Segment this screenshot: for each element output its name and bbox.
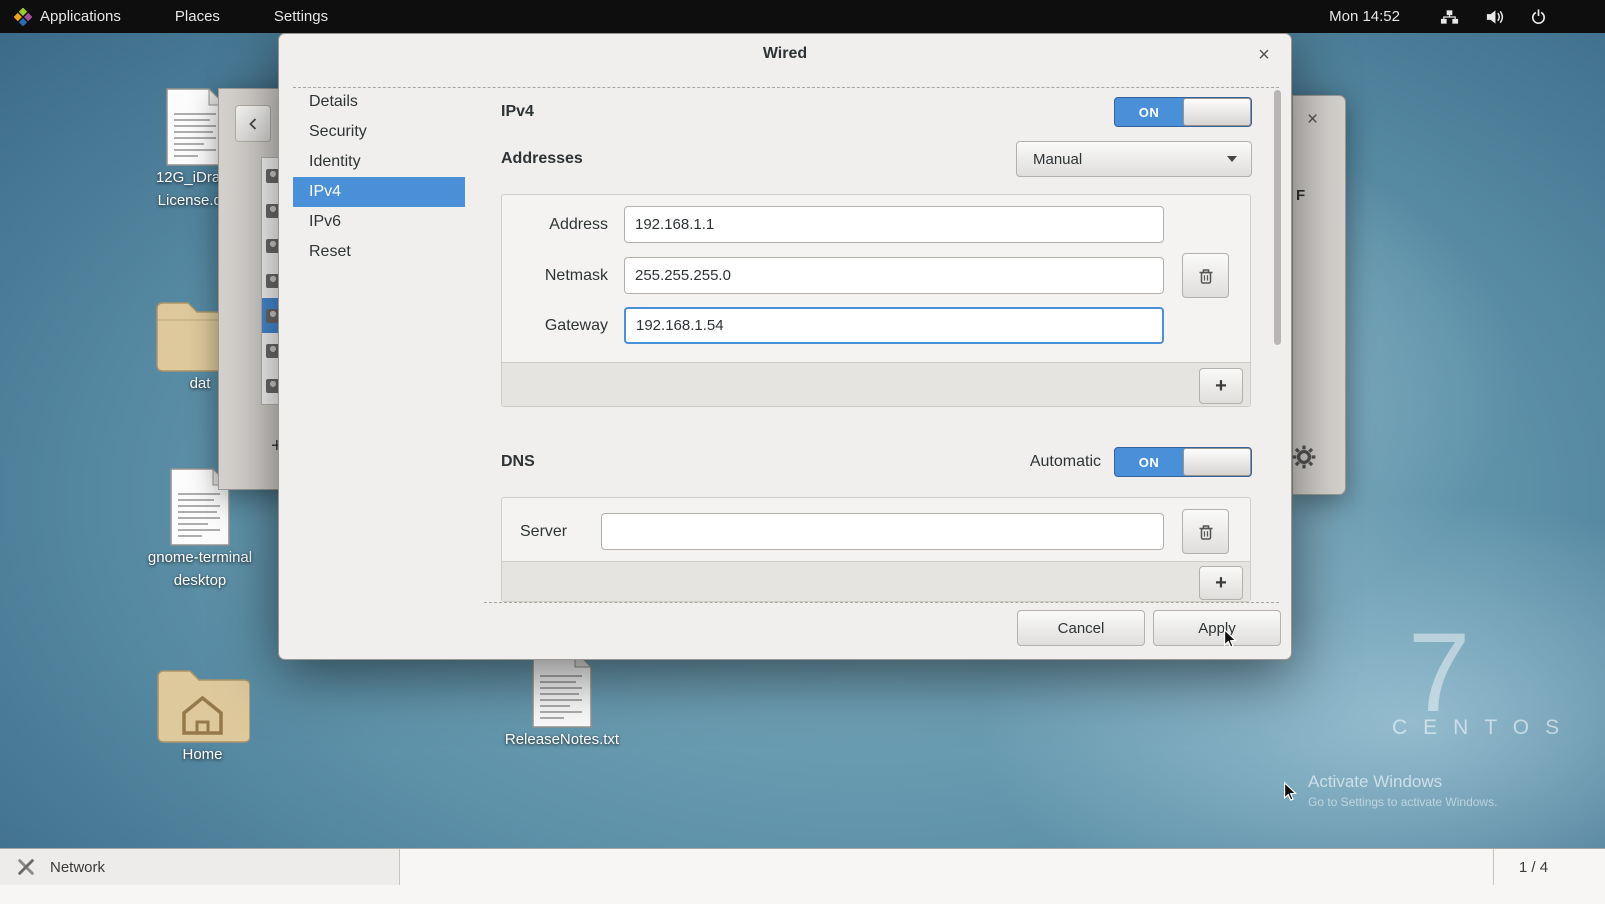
- scrollbar-thumb[interactable]: [1274, 90, 1281, 345]
- tools-icon: [16, 857, 36, 877]
- dropdown-value: Manual: [1033, 151, 1082, 168]
- sidebar-item-security[interactable]: Security: [293, 117, 465, 147]
- delete-dns-server-button[interactable]: [1182, 509, 1229, 554]
- add-address-button[interactable]: +: [1199, 368, 1243, 404]
- desktop-screen: 12G_iDrac7 License.d... dat gnome-termin…: [0, 0, 1605, 904]
- window-list-bar: Network 1 / 4: [0, 848, 1605, 904]
- mouse-cursor-secondary: [1280, 781, 1302, 808]
- sidebar-item-details[interactable]: Details: [293, 87, 465, 117]
- icon-label-line2: desktop: [100, 569, 300, 592]
- back-button[interactable]: [235, 105, 271, 142]
- volume-icon[interactable]: [1485, 8, 1504, 26]
- activate-windows-line2: Go to Settings to activate Windows.: [1308, 795, 1497, 809]
- chevron-left-icon: [248, 116, 258, 132]
- address-label: Address: [508, 206, 608, 243]
- icon-label: gnome-terminal desktop: [100, 546, 300, 592]
- dns-heading: DNS: [501, 447, 535, 477]
- workspace-pager[interactable]: 1 / 4: [1493, 849, 1573, 885]
- centos-logo-icon: [14, 8, 32, 26]
- taskbar-window-button-network[interactable]: Network: [0, 849, 400, 885]
- toggle-knob: [1183, 448, 1251, 476]
- scroll-edge-bottom: [484, 602, 1279, 603]
- dns-toggle[interactable]: ON: [1114, 447, 1252, 477]
- centos-watermark-brand: CENTOS: [1392, 716, 1575, 740]
- sidebar-item-reset[interactable]: Reset: [293, 237, 465, 267]
- home-folder-icon: [105, 665, 300, 743]
- ipv4-heading: IPv4: [501, 97, 534, 127]
- addresses-heading: Addresses: [501, 144, 583, 174]
- addresses-method-dropdown[interactable]: Manual: [1016, 141, 1252, 177]
- desktop-icon-releasenotes[interactable]: ReleaseNotes.txt: [462, 650, 662, 751]
- icon-label: ReleaseNotes.txt: [462, 728, 662, 751]
- menu-applications[interactable]: Applications: [32, 0, 143, 33]
- close-icon[interactable]: ×: [1307, 109, 1318, 131]
- trash-icon: [1197, 523, 1215, 541]
- toggle-on-label: ON: [1115, 448, 1183, 476]
- close-icon[interactable]: ×: [1251, 42, 1277, 68]
- icon-label-line1: gnome-terminal: [100, 546, 300, 569]
- address-input[interactable]: [624, 206, 1164, 243]
- add-dns-server-button[interactable]: +: [1199, 566, 1243, 600]
- dns-server-label: Server: [520, 513, 567, 550]
- ipv4-toggle[interactable]: ON: [1114, 97, 1252, 127]
- menu-settings[interactable]: Settings: [266, 0, 350, 33]
- address-frame-footer: [502, 362, 1250, 406]
- mouse-cursor: [1220, 628, 1242, 655]
- dns-frame-footer: [502, 561, 1250, 601]
- netmask-input[interactable]: [624, 257, 1164, 294]
- background-window-right: × F: [1292, 95, 1346, 495]
- sidebar-item-ipv4[interactable]: IPv4: [293, 177, 465, 207]
- toggle-on-label: ON: [1115, 98, 1183, 126]
- clock[interactable]: Mon 14:52: [1329, 8, 1400, 25]
- partial-toggle-label: F: [1296, 187, 1305, 204]
- trash-icon: [1197, 267, 1215, 285]
- dialog-title: Wired: [279, 34, 1291, 74]
- chevron-down-icon: [1227, 156, 1237, 162]
- menu-places[interactable]: Places: [167, 0, 242, 33]
- dialog-scrollbar[interactable]: [1274, 87, 1281, 602]
- gnome-top-bar: Applications Places Settings Mon 14:52: [0, 0, 1605, 33]
- icon-label: Home: [105, 743, 300, 766]
- document-icon: [462, 650, 662, 728]
- apply-button[interactable]: Apply: [1153, 610, 1281, 646]
- gateway-label: Gateway: [508, 307, 608, 344]
- sidebar-item-identity[interactable]: Identity: [293, 147, 465, 177]
- activate-windows-line1: Activate Windows: [1308, 772, 1442, 792]
- taskbar-window-label: Network: [50, 859, 105, 876]
- gear-icon[interactable]: [1291, 444, 1317, 475]
- netmask-label: Netmask: [508, 257, 608, 294]
- gateway-input[interactable]: [624, 307, 1164, 344]
- sidebar-item-ipv6[interactable]: IPv6: [293, 207, 465, 237]
- desktop-icon-home[interactable]: Home: [105, 665, 300, 766]
- cancel-button[interactable]: Cancel: [1017, 610, 1145, 646]
- wired-settings-dialog: Wired × Details Security Identity IPv4 I…: [278, 33, 1292, 660]
- power-icon[interactable]: [1530, 8, 1547, 25]
- delete-address-button[interactable]: [1182, 253, 1229, 298]
- toggle-knob: [1183, 98, 1251, 126]
- dns-server-input[interactable]: [601, 513, 1164, 550]
- network-icon[interactable]: [1440, 9, 1459, 25]
- dns-automatic-label: Automatic: [921, 447, 1101, 477]
